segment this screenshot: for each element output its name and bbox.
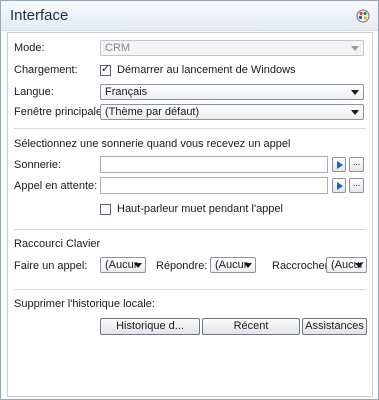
settings-panel: Mode: CRM Chargement: ✓ Démarrer au lanc… — [7, 32, 373, 397]
startup-checkbox[interactable]: ✓ — [100, 63, 111, 76]
waiting-call-input[interactable] — [100, 177, 328, 194]
language-select[interactable]: Français — [100, 84, 364, 100]
answer-shortcut-select[interactable]: (Aucur — [210, 257, 256, 273]
startup-checkbox-label[interactable]: Démarrer au lancement de Windows — [117, 64, 296, 76]
play-icon — [337, 182, 343, 190]
ringtone-input[interactable] — [100, 156, 328, 173]
assistance-button[interactable]: Assistances — [302, 318, 367, 335]
hangup-label: Raccrocher: — [272, 260, 332, 272]
waiting-call-play-button[interactable] — [332, 178, 346, 193]
divider — [14, 229, 366, 230]
main-window-label: Fenêtre principale: — [14, 106, 106, 118]
check-icon: ✓ — [101, 63, 111, 75]
chevron-down-icon — [244, 263, 252, 268]
mode-select[interactable]: CRM — [100, 40, 364, 56]
ringtone-browse-button[interactable]: ... — [349, 157, 364, 172]
waiting-call-label: Appel en attente: — [14, 180, 98, 192]
play-icon — [337, 161, 343, 169]
interface-window: Interface Mode: CRM Chargement: ✓ Démarr… — [0, 0, 379, 400]
divider — [14, 128, 366, 129]
answer-label: Répondre: — [156, 260, 208, 272]
palette-icon[interactable] — [356, 9, 370, 23]
chevron-down-icon — [351, 110, 359, 115]
make-call-shortcut-value: (Aucur — [105, 259, 138, 271]
mute-speaker-checkbox[interactable] — [100, 204, 111, 215]
ringtone-heading: Sélectionnez une sonnerie quand vous rec… — [14, 138, 291, 150]
main-window-value: (Thème par défaut) — [105, 106, 200, 118]
ringtone-play-button[interactable] — [332, 157, 346, 172]
chevron-down-icon — [355, 263, 363, 268]
chevron-down-icon — [351, 90, 359, 95]
chevron-down-icon — [134, 263, 142, 268]
language-label: Langue: — [14, 86, 54, 98]
title-bar: Interface — [1, 1, 378, 31]
ringtone-label: Sonnerie: — [14, 159, 62, 171]
shortcuts-heading: Raccourci Clavier — [14, 238, 101, 250]
history-heading: Supprimer l'historique locale: — [14, 298, 155, 310]
make-call-shortcut-select[interactable]: (Aucur — [100, 257, 146, 273]
main-window-select[interactable]: (Thème par défaut) — [100, 104, 364, 120]
mode-value: CRM — [105, 42, 131, 54]
loading-label: Chargement: — [14, 64, 78, 76]
recent-button[interactable]: Récent — [202, 318, 300, 335]
waiting-call-browse-button[interactable]: ... — [349, 178, 364, 193]
language-value: Français — [105, 86, 148, 98]
history-button[interactable]: Historique d... — [100, 318, 200, 335]
mode-label: Mode: — [14, 42, 45, 54]
window-title: Interface — [10, 7, 69, 24]
hangup-shortcut-select[interactable]: (Aucur — [326, 257, 367, 273]
answer-shortcut-value: (Aucur — [215, 259, 248, 271]
chevron-down-icon — [351, 46, 359, 51]
mute-speaker-label[interactable]: Haut-parleur muet pendant l'appel — [117, 203, 283, 215]
divider — [14, 289, 366, 290]
make-call-label: Faire un appel: — [14, 260, 88, 272]
